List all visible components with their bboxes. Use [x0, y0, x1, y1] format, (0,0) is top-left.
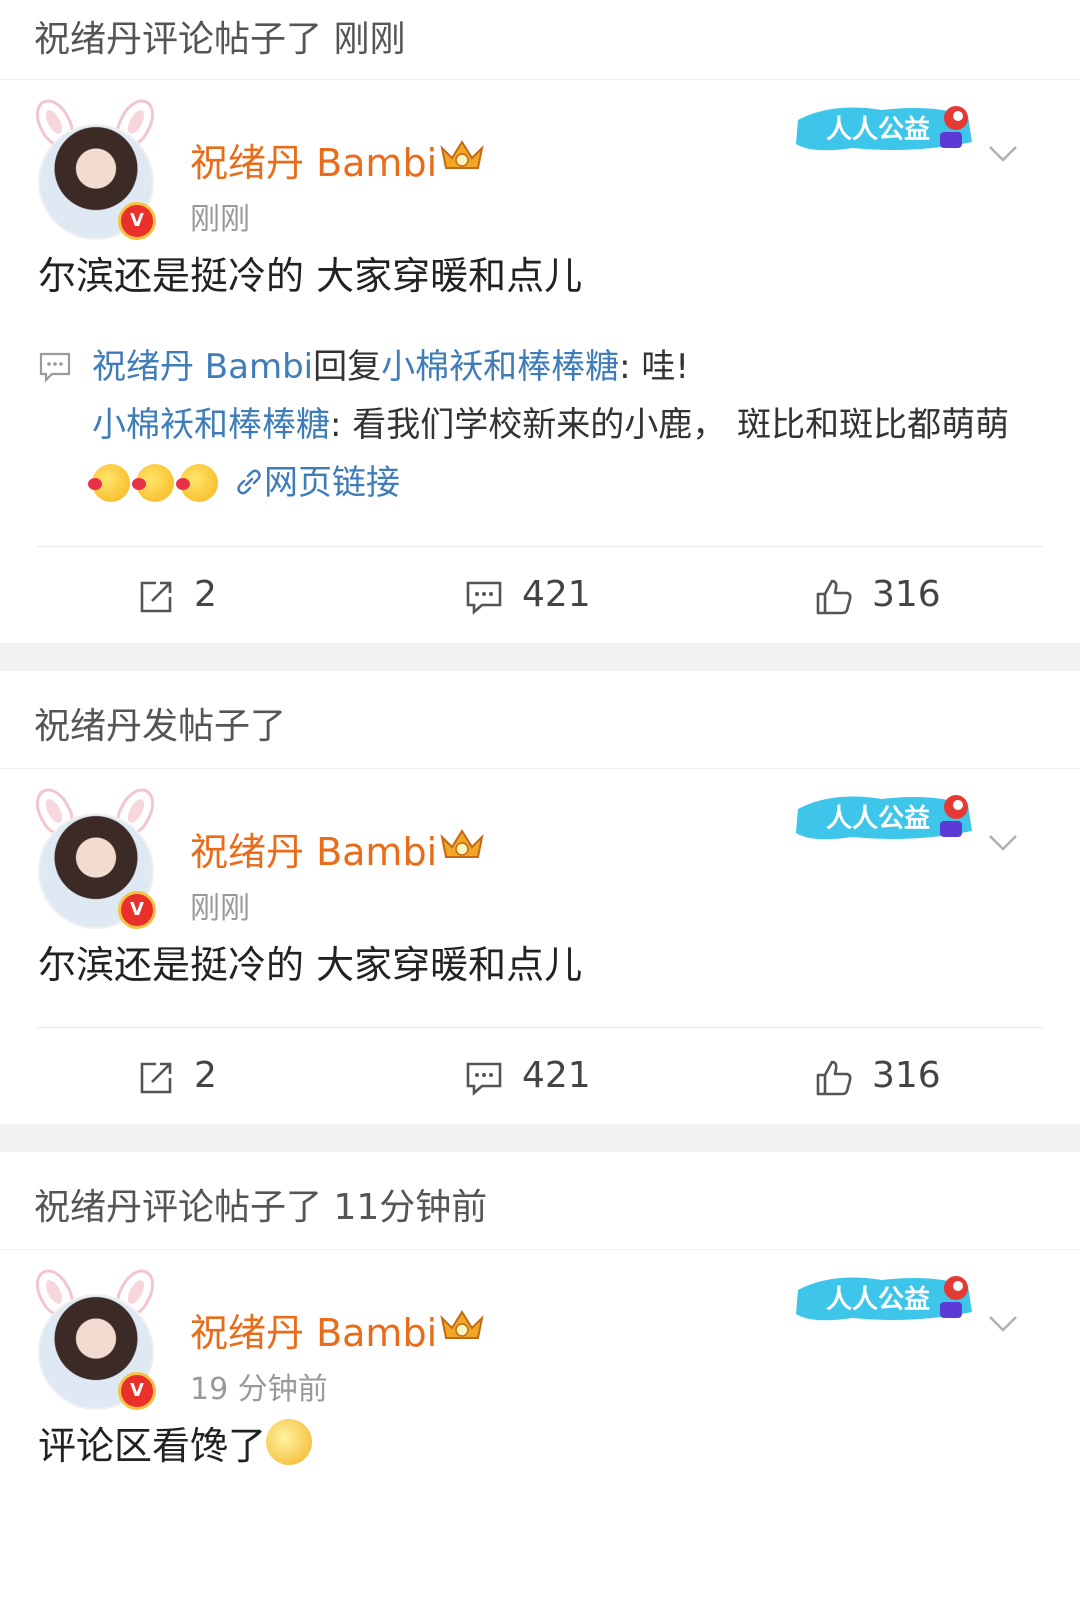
- action-bar: 2 421 316: [0, 547, 1080, 643]
- post-text: 尔滨还是挺冷的 大家穿暖和点儿: [38, 254, 583, 298]
- feed-separator: [0, 1124, 1080, 1152]
- feed-header-2: 祝绪丹发帖子了: [0, 685, 1080, 769]
- feed-header-3: 祝绪丹评论帖子了 11分钟前: [0, 1166, 1080, 1250]
- quote-line: 小棉袄和棒棒糖: 看我们学校新来的小鹿， 斑比和斑比都萌萌 网页链接: [88, 396, 1030, 512]
- post-text: 尔滨还是挺冷的 大家穿暖和点儿: [38, 943, 583, 987]
- verified-v-icon: V: [118, 891, 156, 929]
- reply-block[interactable]: 祝绪丹 Bambi回复小棉袄和棒棒糖: 哇! 小棉袄和棒棒糖: 看我们学校新来的…: [0, 338, 1080, 512]
- like-icon: [816, 1060, 852, 1096]
- crown-icon: [440, 1310, 484, 1339]
- charity-badge[interactable]: 人人公益: [792, 787, 978, 847]
- verified-v-icon: V: [118, 202, 156, 240]
- charity-badge-label: 人人公益: [826, 115, 930, 145]
- kiss-emoji-icon: [88, 464, 130, 502]
- reply-verb: 回复: [313, 347, 382, 387]
- username[interactable]: 祝绪丹 Bambi: [190, 1302, 437, 1357]
- username[interactable]: 祝绪丹 Bambi: [190, 821, 437, 876]
- link-icon: [237, 469, 261, 495]
- reply-line: 祝绪丹 Bambi回复小棉袄和棒棒糖: 哇!: [92, 338, 1030, 396]
- post-timestamp: 19 分钟前: [190, 1372, 328, 1407]
- post-text-content: 评论区看馋了: [38, 1424, 267, 1468]
- crown-icon: [440, 140, 484, 169]
- kiss-emoji-icon: [132, 464, 174, 502]
- post-timestamp: 刚刚: [190, 891, 250, 926]
- repost-count: 2: [194, 1055, 217, 1096]
- post-timestamp: 刚刚: [190, 202, 250, 237]
- avatar[interactable]: V: [28, 1263, 162, 1410]
- comment-count: 421: [522, 1055, 591, 1096]
- post-card-3[interactable]: V 祝绪丹 Bambi 19 分钟前 人人公益 评论区看馋了: [0, 1250, 1080, 1474]
- action-bar: 2 421 316: [0, 1028, 1080, 1124]
- post-card-2[interactable]: V 祝绪丹 Bambi 刚刚 人人公益 尔滨还是挺冷的 大家穿暖和点儿 2 42…: [0, 769, 1080, 1124]
- comment-count: 421: [522, 574, 591, 615]
- reply-author-link[interactable]: 祝绪丹 Bambi: [92, 347, 313, 387]
- chevron-down-icon[interactable]: [986, 136, 1020, 170]
- kiss-emoji-icon: [176, 464, 218, 502]
- feed-separator: [0, 643, 1080, 671]
- quote-message: : 看我们学校新来的小鹿， 斑比和斑比都萌萌: [330, 405, 1010, 445]
- chevron-down-icon[interactable]: [986, 1306, 1020, 1340]
- charity-badge-label: 人人公益: [826, 1285, 930, 1315]
- crown-icon: [440, 829, 484, 858]
- repost-icon: [140, 581, 172, 613]
- username[interactable]: 祝绪丹 Bambi: [190, 132, 437, 187]
- repost-count: 2: [194, 574, 217, 615]
- quote-author-link[interactable]: 小棉袄和棒棒糖: [92, 405, 330, 445]
- comment-small-icon: [39, 352, 71, 383]
- charity-badge[interactable]: 人人公益: [792, 98, 978, 158]
- feed-header-1: 祝绪丹评论帖子了 刚刚: [0, 0, 1080, 80]
- like-count: 316: [872, 1055, 941, 1096]
- chevron-down-icon[interactable]: [986, 825, 1020, 859]
- charity-badge[interactable]: 人人公益: [792, 1268, 978, 1328]
- repost-icon: [140, 1062, 172, 1094]
- charity-badge-label: 人人公益: [826, 804, 930, 834]
- reply-target-link[interactable]: 小棉袄和棒棒糖: [381, 347, 619, 387]
- reply-message: : 哇!: [619, 347, 690, 387]
- post-text: 评论区看馋了: [0, 1410, 1080, 1474]
- comment-icon: [466, 581, 502, 615]
- web-link[interactable]: 网页链接: [264, 463, 400, 503]
- verified-v-icon: V: [118, 1372, 156, 1410]
- drooling-emoji-icon: [266, 1419, 313, 1465]
- comment-icon: [466, 1062, 502, 1096]
- like-icon: [816, 579, 852, 615]
- post-card-1[interactable]: V 祝绪丹 Bambi 刚刚 人人公益 尔滨还是挺冷的 大家穿暖和点儿 祝绪丹 …: [0, 80, 1080, 643]
- like-count: 316: [872, 574, 941, 615]
- avatar[interactable]: V: [28, 93, 162, 240]
- avatar[interactable]: V: [28, 782, 162, 929]
